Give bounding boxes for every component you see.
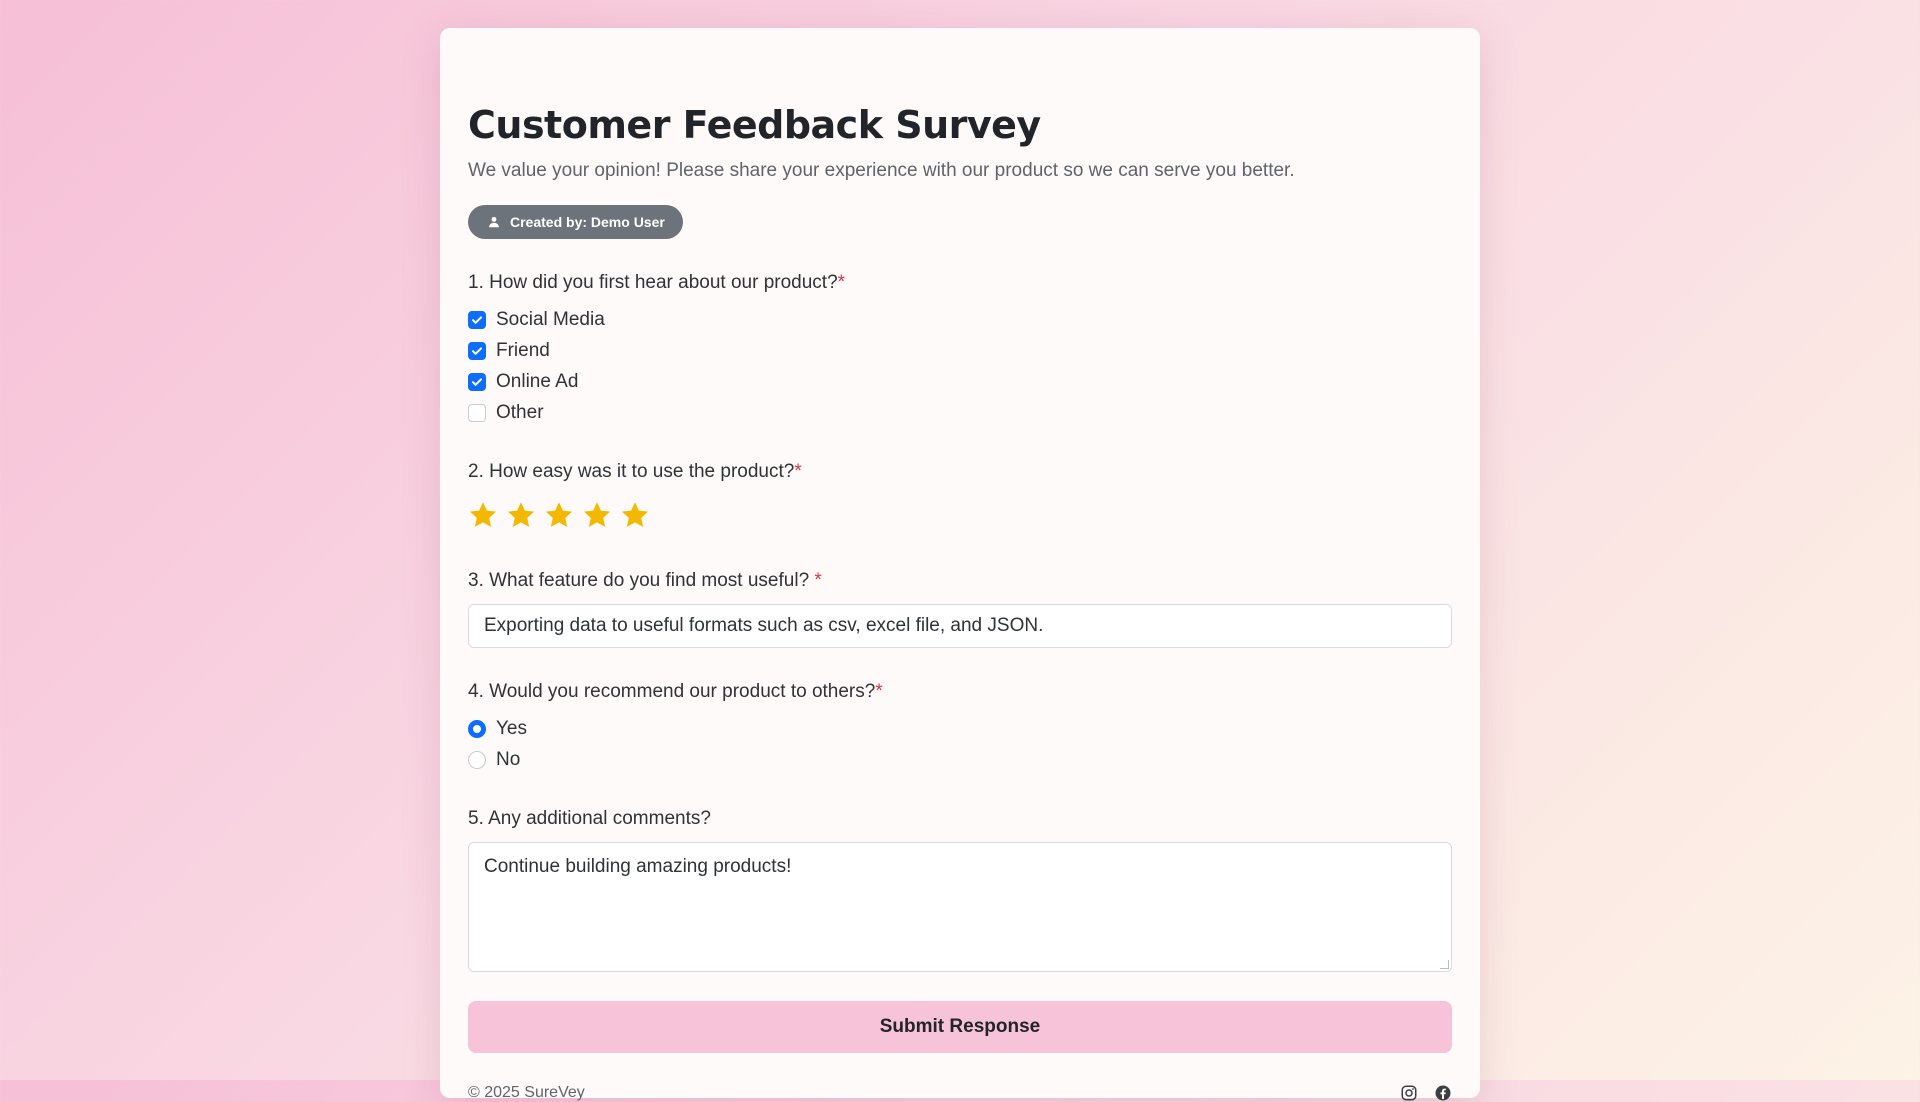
star-icon-3[interactable] xyxy=(544,500,574,530)
question-5: 5. Any additional comments? xyxy=(468,808,711,830)
question-1: 1. How did you first hear about our prod… xyxy=(468,272,845,294)
star-icon-1[interactable] xyxy=(468,500,498,530)
copyright: © 2025 SureVey xyxy=(468,1084,585,1101)
created-by-badge: Created by: Demo User xyxy=(468,205,683,239)
question-2: 2. How easy was it to use the product?* xyxy=(468,461,802,483)
check-icon xyxy=(472,347,482,355)
created-by-label: Created by: Demo User xyxy=(510,214,665,230)
checkbox[interactable] xyxy=(468,311,486,329)
question-5-label: 5. Any additional comments? xyxy=(468,808,711,829)
resize-handle[interactable] xyxy=(1440,960,1449,969)
comments-textarea[interactable]: Continue building amazing products! xyxy=(468,842,1452,972)
radio-no[interactable]: No xyxy=(468,749,520,771)
required-mark: * xyxy=(875,681,883,702)
option-label: Social Media xyxy=(496,309,605,330)
facebook-icon[interactable] xyxy=(1434,1084,1452,1102)
question-4-label: 4. Would you recommend our product to ot… xyxy=(468,681,876,702)
option-label: Friend xyxy=(496,340,550,361)
survey-description: We value your opinion! Please share your… xyxy=(468,160,1295,181)
checkbox-online-ad[interactable]: Online Ad xyxy=(468,371,578,393)
check-icon xyxy=(472,378,482,386)
radio[interactable] xyxy=(468,720,486,738)
checkbox-social-media[interactable]: Social Media xyxy=(468,309,605,331)
question-1-label: 1. How did you first hear about our prod… xyxy=(468,272,838,293)
user-icon xyxy=(489,216,499,228)
survey-card: Customer Feedback Survey We value your o… xyxy=(440,28,1480,1101)
page-title: Customer Feedback Survey xyxy=(468,103,1041,147)
star-icon-2[interactable] xyxy=(506,500,536,530)
social-links xyxy=(1400,1084,1452,1102)
feature-input[interactable]: Exporting data to useful formats such as… xyxy=(468,604,1452,648)
submit-button[interactable]: Submit Response xyxy=(468,1001,1452,1053)
radio-yes[interactable]: Yes xyxy=(468,718,527,740)
option-label: Yes xyxy=(496,718,527,739)
option-label: Online Ad xyxy=(496,371,579,392)
radio[interactable] xyxy=(468,751,486,769)
checkbox[interactable] xyxy=(468,342,486,360)
question-3: 3. What feature do you find most useful?… xyxy=(468,570,822,592)
question-3-label: 3. What feature do you find most useful? xyxy=(468,570,815,591)
check-icon xyxy=(472,316,482,324)
checkbox-friend[interactable]: Friend xyxy=(468,340,550,362)
option-label: Other xyxy=(496,402,544,423)
checkbox[interactable] xyxy=(468,404,486,422)
comments-value: Continue building amazing products! xyxy=(484,856,792,877)
checkbox-other[interactable]: Other xyxy=(468,402,544,424)
star-icon-4[interactable] xyxy=(582,500,612,530)
checkbox[interactable] xyxy=(468,373,486,391)
option-label: No xyxy=(496,749,521,770)
footer: © 2025 SureVey xyxy=(468,1084,1452,1102)
question-4: 4. Would you recommend our product to ot… xyxy=(468,681,883,703)
required-mark: * xyxy=(794,461,802,482)
required-mark: * xyxy=(837,272,846,293)
required-mark: * xyxy=(814,570,822,591)
star-rating xyxy=(468,500,650,530)
instagram-icon[interactable] xyxy=(1400,1084,1418,1102)
star-icon-5[interactable] xyxy=(620,500,650,530)
question-2-label: 2. How easy was it to use the product? xyxy=(468,461,795,482)
